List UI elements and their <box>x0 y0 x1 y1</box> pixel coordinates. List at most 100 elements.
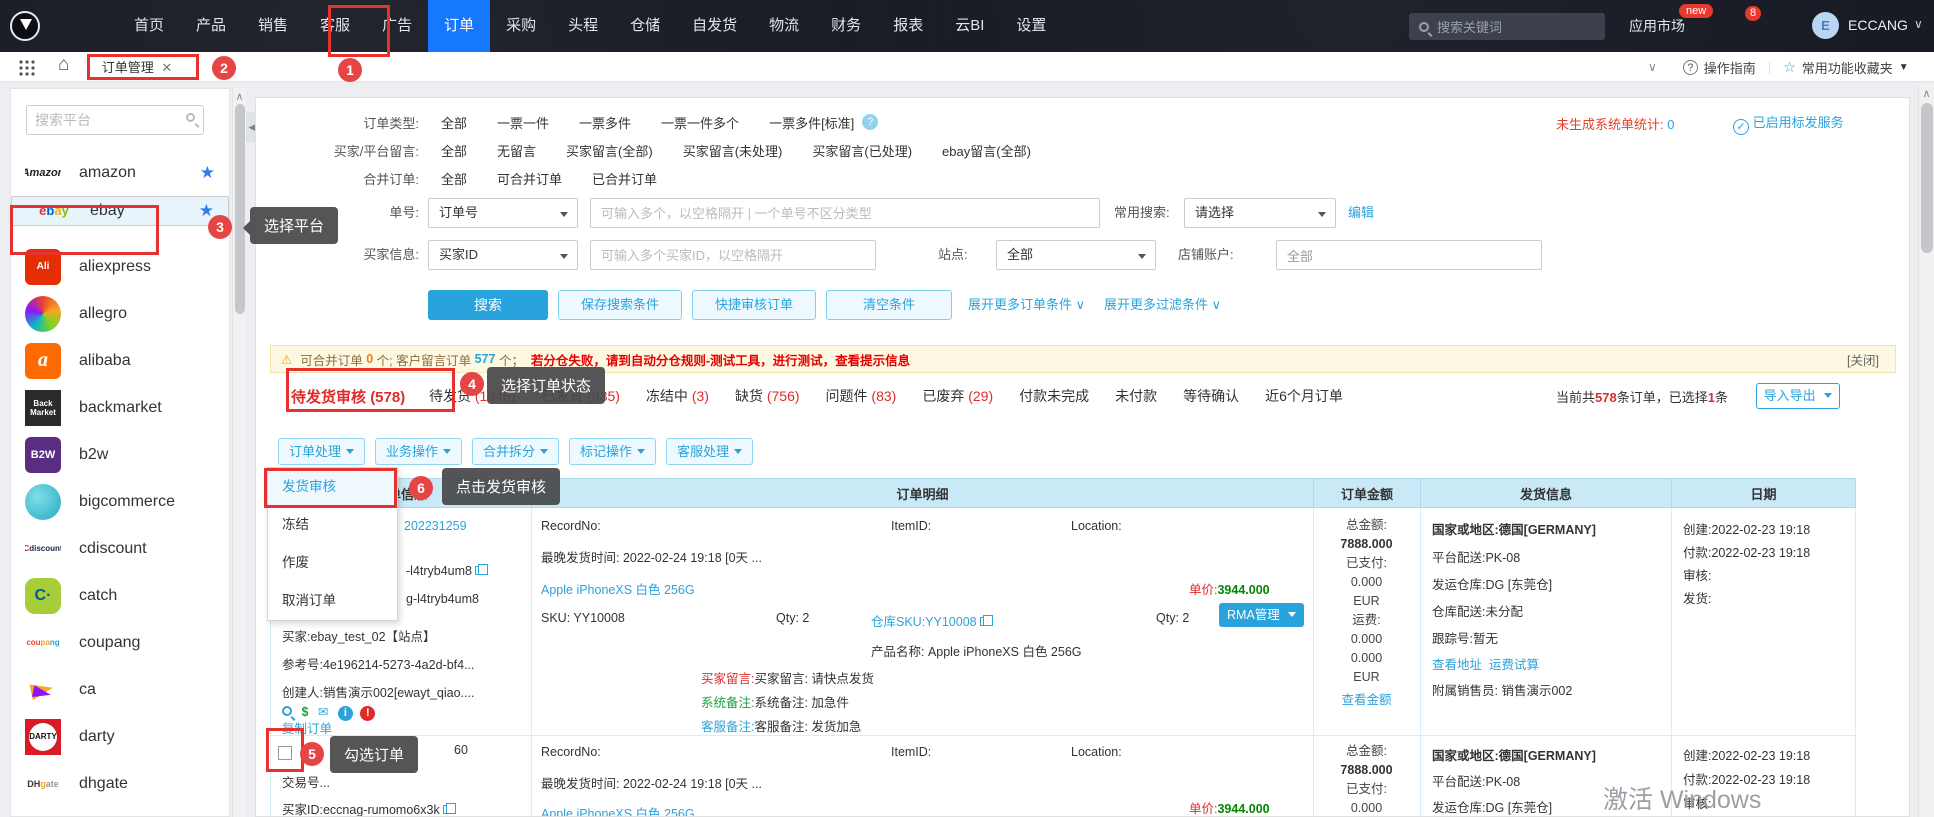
nav-item-logistics[interactable]: 物流 <box>753 0 815 52</box>
sidebar-item-dhgate[interactable]: DHgate dhgate <box>11 760 229 807</box>
menu-business-ops[interactable]: 业务操作 <box>375 438 462 465</box>
nav-item-firstleg[interactable]: 头程 <box>552 0 614 52</box>
merge-option[interactable]: 可合并订单 <box>497 169 562 188</box>
sidebar-scrollbar[interactable]: ∧ <box>232 88 246 817</box>
nav-item-reports[interactable]: 报表 <box>877 0 939 52</box>
tag-service-badge[interactable]: ✓ 已启用标发服务 <box>1733 112 1844 135</box>
dollar-icon[interactable]: $ <box>301 705 308 719</box>
store-input[interactable] <box>1276 240 1542 270</box>
sidebar-item-cdiscount[interactable]: Cdiscount cdiscount <box>11 525 229 572</box>
message-option[interactable]: 买家留言(已处理) <box>812 141 912 160</box>
more-order-conditions-link[interactable]: 展开更多订单条件 ∨ <box>968 290 1085 320</box>
status-tab-payment-incomplete[interactable]: 付款未完成 <box>1019 386 1089 406</box>
message-option[interactable]: 买家留言(全部) <box>566 141 653 160</box>
menu-mark-ops[interactable]: 标记操作 <box>569 438 656 465</box>
global-search-input[interactable]: 搜索关键词 <box>1409 13 1605 40</box>
sidebar-item-allegro[interactable]: allegro <box>11 290 229 337</box>
row-checkbox[interactable] <box>278 746 292 760</box>
favorites-link[interactable]: 常用功能收藏夹 <box>1802 58 1893 77</box>
alert-icon[interactable]: ! <box>360 706 375 721</box>
order-type-option[interactable]: 一票多件[标准] <box>769 113 854 132</box>
alert-close-button[interactable]: [关闭] <box>1847 350 1879 369</box>
sidebar-item-backmarket[interactable]: BackMarket backmarket <box>11 384 229 431</box>
product-link[interactable]: Apple iPhoneXS 白色 256G <box>541 579 695 598</box>
buyer-type-select[interactable]: 买家ID <box>428 240 578 270</box>
help-icon[interactable]: ? <box>862 114 878 130</box>
sidebar-item-bigcommerce[interactable]: bigcommerce <box>11 478 229 525</box>
status-tab-awaiting-confirm[interactable]: 等待确认 <box>1183 386 1239 406</box>
copy-order-link[interactable]: 复制订单 <box>282 718 332 737</box>
scroll-up-icon[interactable]: ∧ <box>233 90 246 103</box>
quick-audit-button[interactable]: 快捷审核订单 <box>692 290 816 320</box>
order-type-option[interactable]: 一票一件多个 <box>661 113 739 132</box>
sidebar-item-darty[interactable]: DARTY darty <box>11 713 229 760</box>
edit-link[interactable]: 编辑 <box>1348 198 1374 228</box>
nav-item-selfship[interactable]: 自发货 <box>676 0 753 52</box>
sidebar-item-amazon[interactable]: Amazon amazon ★ <box>11 149 229 196</box>
order-type-option[interactable]: 一票一件 <box>497 113 549 132</box>
magnifier-icon[interactable] <box>282 706 292 716</box>
merge-option[interactable]: 全部 <box>441 169 467 188</box>
sidebar-item-b2w[interactable]: B2W b2w <box>11 431 229 478</box>
number-type-select[interactable]: 订单号 <box>428 198 578 228</box>
sidebar-item-ebay[interactable]: ebay ebay ★ <box>11 196 229 226</box>
menu-item-cancel-order[interactable]: 取消订单 <box>268 582 397 620</box>
home-icon[interactable]: ⌂ <box>58 54 69 76</box>
rma-button[interactable]: RMA管理 <box>1219 603 1304 627</box>
copy-icon[interactable] <box>475 566 483 575</box>
nav-item-warehouse[interactable]: 仓储 <box>614 0 676 52</box>
nav-item-sales[interactable]: 销售 <box>242 0 304 52</box>
message-option[interactable]: ebay留言(全部) <box>942 141 1031 160</box>
mail-icon[interactable]: ✉ <box>318 705 328 719</box>
caret-down-icon[interactable]: ▼ <box>1899 62 1909 73</box>
message-option[interactable]: 无留言 <box>497 141 536 160</box>
platform-search-box[interactable] <box>26 105 204 135</box>
freight-calc-link[interactable]: 运费试算 <box>1489 658 1539 672</box>
nav-item-ads[interactable]: 广告 <box>366 0 428 52</box>
chevron-down-icon[interactable]: ∨ <box>1648 60 1657 74</box>
sidebar-item-alibaba[interactable]: a alibaba <box>11 337 229 384</box>
avatar[interactable]: E <box>1812 12 1839 39</box>
nav-item-product[interactable]: 产品 <box>180 0 242 52</box>
common-search-select[interactable]: 请选择 <box>1184 198 1336 228</box>
tab-order-management[interactable]: 订单管理 ✕ <box>93 56 181 79</box>
status-tab-problem[interactable]: 问题件 (83) <box>826 386 897 406</box>
chevron-down-icon[interactable]: ∨ <box>1914 17 1923 31</box>
save-search-button[interactable]: 保存搜索条件 <box>558 290 682 320</box>
search-button[interactable]: 搜索 <box>428 290 548 320</box>
menu-item-freeze[interactable]: 冻结 <box>268 506 397 544</box>
order-type-option[interactable]: 一票多件 <box>579 113 631 132</box>
status-tab-unpaid[interactable]: 未付款 <box>1115 386 1157 406</box>
nav-item-finance[interactable]: 财务 <box>815 0 877 52</box>
menu-merge-split[interactable]: 合并拆分 <box>472 438 559 465</box>
nav-item-orders[interactable]: 订单 <box>428 0 490 52</box>
sidebar-scrollbar-thumb[interactable] <box>235 104 245 314</box>
nav-item-settings[interactable]: 设置 <box>1000 0 1062 52</box>
menu-item-ship-audit[interactable]: 发货审核 <box>268 468 397 506</box>
copy-icon[interactable] <box>443 805 451 814</box>
scroll-up-icon[interactable]: ∧ <box>1919 87 1934 100</box>
menu-order-process[interactable]: 订单处理 <box>278 438 365 465</box>
nav-item-purchase[interactable]: 采购 <box>490 0 552 52</box>
status-tab-six-months[interactable]: 近6个月订单 <box>1265 386 1343 406</box>
status-tab-pending-audit[interactable]: 待发货审核 (578) <box>291 386 405 407</box>
merge-option[interactable]: 已合并订单 <box>592 169 657 188</box>
grid-menu-icon[interactable] <box>18 59 35 76</box>
menu-item-void[interactable]: 作废 <box>268 544 397 582</box>
message-option[interactable]: 买家留言(未处理) <box>683 141 783 160</box>
star-icon[interactable]: ★ <box>200 163 215 183</box>
nav-item-home[interactable]: 首页 <box>118 0 180 52</box>
import-export-button[interactable]: 导入导出 <box>1756 383 1840 409</box>
page-scrollbar[interactable]: ∧ <box>1918 85 1934 817</box>
order-type-option[interactable]: 全部 <box>441 113 467 132</box>
product-link[interactable]: Apple iPhoneXS 白色 256G <box>541 803 695 817</box>
warehouse-sku-link[interactable]: 仓库SKU:YY10008 <box>871 615 977 629</box>
sidebar-item-catch[interactable]: C· catch <box>11 572 229 619</box>
sidebar-item-coupang[interactable]: coupang coupang <box>11 619 229 666</box>
order-number-link[interactable]: 202231259 <box>404 519 467 533</box>
view-address-link[interactable]: 查看地址 <box>1432 658 1482 672</box>
copy-icon[interactable] <box>980 617 988 626</box>
guide-link[interactable]: 操作指南 <box>1704 58 1756 77</box>
more-filter-conditions-link[interactable]: 展开更多过滤条件 ∨ <box>1104 290 1221 320</box>
clear-button[interactable]: 清空条件 <box>826 290 952 320</box>
